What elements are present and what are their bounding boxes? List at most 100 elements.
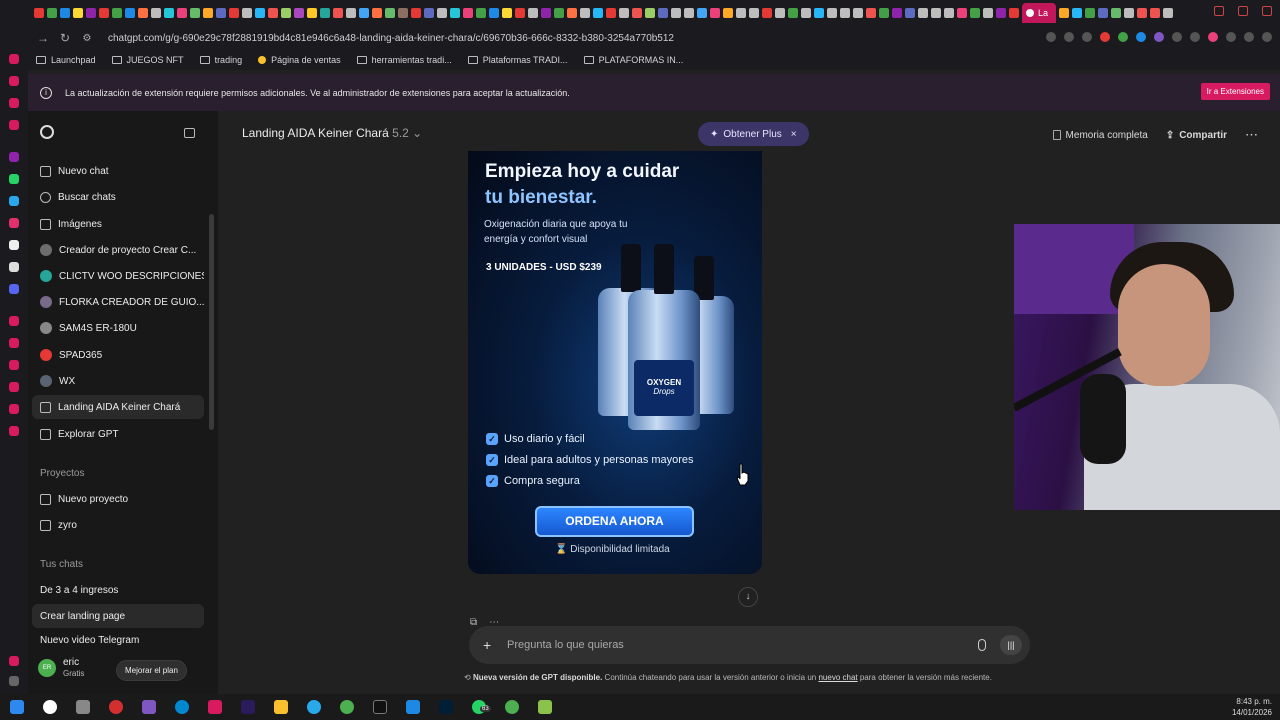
bookmark-item[interactable]: PLATAFORMAS IN... <box>583 55 683 65</box>
rail-icon[interactable] <box>9 382 19 392</box>
discord-icon[interactable] <box>9 284 19 294</box>
file-explorer-icon[interactable] <box>274 700 288 714</box>
tab-favicon[interactable] <box>853 8 863 18</box>
tab-favicon[interactable] <box>879 8 889 18</box>
tab-favicon[interactable] <box>1163 8 1173 18</box>
tab-favicon[interactable] <box>268 8 278 18</box>
add-attachment-icon[interactable]: + <box>483 637 497 653</box>
microphone-icon[interactable] <box>978 639 986 651</box>
rail-icon[interactable] <box>9 98 19 108</box>
minimize-icon[interactable] <box>1214 6 1224 16</box>
extension-icon[interactable] <box>1064 32 1074 42</box>
whatsapp-icon[interactable]: 63 <box>472 700 491 714</box>
extension-icon[interactable] <box>1136 32 1146 42</box>
tab-favicon[interactable] <box>1072 8 1082 18</box>
x-icon[interactable] <box>9 262 19 272</box>
tab-favicon[interactable] <box>619 8 629 18</box>
prompt-input[interactable] <box>507 639 947 651</box>
tab-favicon[interactable] <box>827 8 837 18</box>
download-icon[interactable] <box>1226 32 1236 42</box>
extension-icon[interactable] <box>1118 32 1128 42</box>
extension-icon[interactable] <box>1208 32 1218 42</box>
tab-favicon[interactable] <box>294 8 304 18</box>
tab-favicon[interactable] <box>541 8 551 18</box>
tab-favicon[interactable] <box>996 8 1006 18</box>
tab-favicon[interactable] <box>905 8 915 18</box>
tab-favicon[interactable] <box>645 8 655 18</box>
tab-favicon[interactable] <box>151 8 161 18</box>
rail-icon[interactable] <box>9 120 19 130</box>
copy-icon[interactable]: ⧉ <box>470 617 477 628</box>
sidebar-item-gpt[interactable]: SAM4S ER-180U <box>32 316 204 340</box>
tab-favicon[interactable] <box>580 8 590 18</box>
app-icon[interactable] <box>538 700 552 714</box>
tab-favicon[interactable] <box>372 8 382 18</box>
tab-favicon[interactable] <box>359 8 369 18</box>
tab-favicon[interactable] <box>138 8 148 18</box>
tab-favicon[interactable] <box>554 8 564 18</box>
memory-status[interactable]: Memoria completa <box>1052 130 1148 141</box>
rail-icon[interactable] <box>9 76 19 86</box>
upgrade-plan-button[interactable]: Mejorar el plan <box>116 660 187 681</box>
rail-icon[interactable] <box>9 338 19 348</box>
search-icon[interactable] <box>43 700 57 714</box>
tab-favicon[interactable] <box>710 8 720 18</box>
tab-favicon[interactable] <box>307 8 317 18</box>
close-icon[interactable]: × <box>791 129 797 140</box>
capcut-icon[interactable] <box>373 700 387 714</box>
settings-icon[interactable] <box>9 426 19 436</box>
chrome-icon[interactable] <box>505 700 519 714</box>
sidebar-item-search[interactable]: Buscar chats <box>32 185 204 209</box>
tab-favicon[interactable] <box>346 8 356 18</box>
app-icon[interactable] <box>109 700 123 714</box>
tab-favicon[interactable] <box>671 8 681 18</box>
tab-favicon[interactable] <box>593 8 603 18</box>
model-selector[interactable]: Landing AIDA Keiner Chará 5.2 ⌄ <box>242 126 422 140</box>
tab-favicon[interactable] <box>723 8 733 18</box>
tab-favicon[interactable] <box>957 8 967 18</box>
tab-favicon[interactable] <box>606 8 616 18</box>
tab-favicon[interactable] <box>411 8 421 18</box>
tab-favicon[interactable] <box>528 8 538 18</box>
forward-icon[interactable]: → <box>34 31 52 45</box>
tab-favicon[interactable] <box>567 8 577 18</box>
reload-icon[interactable]: ↻ <box>56 31 74 45</box>
user-account[interactable]: ER eric Gratis <box>38 657 84 678</box>
tab-favicon[interactable] <box>944 8 954 18</box>
sidebar-item-active-gpt[interactable]: Landing AIDA Keiner Chará <box>32 395 204 419</box>
share-button[interactable]: ⇪ Compartir <box>1166 130 1227 141</box>
sidebar-item-project[interactable]: zyro <box>32 513 204 537</box>
tab-favicon[interactable] <box>229 8 239 18</box>
tab-favicon[interactable] <box>99 8 109 18</box>
mail-icon[interactable] <box>406 700 420 714</box>
tab-favicon[interactable] <box>255 8 265 18</box>
tab-favicon[interactable] <box>1137 8 1147 18</box>
extension-icon[interactable] <box>1154 32 1164 42</box>
tab-favicon[interactable] <box>476 8 486 18</box>
tab-favicon[interactable] <box>450 8 460 18</box>
bookmark-item[interactable]: Página de ventas <box>258 55 341 65</box>
sidebar-scrollbar[interactable] <box>209 214 214 430</box>
tiktok-icon[interactable] <box>9 240 19 250</box>
tab-favicon[interactable] <box>515 8 525 18</box>
sidebar-item-gpt[interactable]: FLORKA CREADOR DE GUIO... <box>32 290 204 314</box>
new-chat-link[interactable]: nuevo chat <box>818 673 857 682</box>
tab-favicon[interactable] <box>775 8 785 18</box>
tab-favicon[interactable] <box>398 8 408 18</box>
sidebar-item-images[interactable]: Imágenes <box>32 212 204 236</box>
system-clock[interactable]: 8:43 p. m. 14/01/2026 <box>1232 696 1272 718</box>
tab-favicon[interactable] <box>1098 8 1108 18</box>
tab-favicon[interactable] <box>281 8 291 18</box>
ai-icon[interactable] <box>1244 32 1254 42</box>
extension-icon[interactable] <box>1100 32 1110 42</box>
tab-favicon[interactable] <box>892 8 902 18</box>
tab-favicon[interactable] <box>333 8 343 18</box>
sidebar-item-gpt[interactable]: WX <box>32 369 204 393</box>
chat-item[interactable]: Nuevo video Telegram <box>32 630 204 650</box>
telegram-icon[interactable] <box>9 196 19 206</box>
rail-icon[interactable] <box>9 54 19 64</box>
menu-dots-icon[interactable] <box>1262 32 1272 42</box>
tab-favicon[interactable] <box>632 8 642 18</box>
windows-start-icon[interactable] <box>10 700 24 714</box>
rail-icon[interactable] <box>9 316 19 326</box>
